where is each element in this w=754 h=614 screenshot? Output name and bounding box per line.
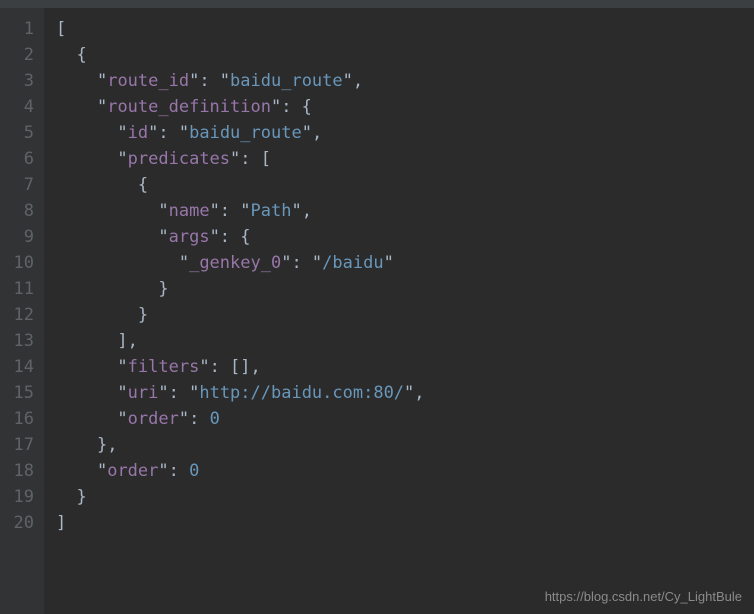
token-punct: " — [117, 123, 127, 143]
line-number: 12 — [6, 302, 34, 328]
token-punct: }, — [97, 435, 117, 455]
token-punct: ": — [179, 409, 210, 429]
token-punct: ] — [56, 513, 66, 533]
line-number: 8 — [6, 198, 34, 224]
token-num: 0 — [210, 409, 220, 429]
code-line[interactable]: "uri": "http://baidu.com:80/", — [56, 380, 754, 406]
line-number: 10 — [6, 250, 34, 276]
line-number: 4 — [6, 94, 34, 120]
line-number: 19 — [6, 484, 34, 510]
token-num: 0 — [189, 461, 199, 481]
token-punct: ": " — [158, 383, 199, 403]
code-area[interactable]: [ { "route_id": "baidu_route", "route_de… — [44, 8, 754, 614]
code-line[interactable]: { — [56, 42, 754, 68]
token-punct: ": " — [281, 253, 322, 273]
token-punct: " — [117, 409, 127, 429]
token-key: order — [107, 461, 158, 481]
code-line[interactable]: "order": 0 — [56, 458, 754, 484]
token-str-link: Path — [251, 201, 292, 221]
token-punct: } — [138, 305, 148, 325]
line-number: 6 — [6, 146, 34, 172]
token-punct: ": " — [148, 123, 189, 143]
token-key: id — [128, 123, 148, 143]
token-key: filters — [128, 357, 200, 377]
code-line[interactable]: "route_definition": { — [56, 94, 754, 120]
line-number: 7 — [6, 172, 34, 198]
token-punct: " — [158, 227, 168, 247]
code-line[interactable]: "predicates": [ — [56, 146, 754, 172]
token-punct: " — [117, 383, 127, 403]
code-line[interactable]: ], — [56, 328, 754, 354]
token-punct: " — [158, 201, 168, 221]
token-punct: " — [179, 253, 189, 273]
code-line[interactable]: "name": "Path", — [56, 198, 754, 224]
token-str-link: /baidu — [322, 253, 383, 273]
code-line[interactable]: "id": "baidu_route", — [56, 120, 754, 146]
gutter: 1234567891011121314151617181920 — [0, 8, 44, 614]
token-punct: ": — [158, 461, 189, 481]
line-number: 18 — [6, 458, 34, 484]
code-line[interactable]: } — [56, 302, 754, 328]
line-number: 5 — [6, 120, 34, 146]
token-str-link: http://baidu.com:80/ — [199, 383, 404, 403]
code-line[interactable]: ] — [56, 510, 754, 536]
token-punct: ": { — [210, 227, 251, 247]
token-punct: } — [158, 279, 168, 299]
code-line[interactable]: } — [56, 484, 754, 510]
line-number: 2 — [6, 42, 34, 68]
line-number: 3 — [6, 68, 34, 94]
token-punct: ": [ — [230, 149, 271, 169]
code-line[interactable]: }, — [56, 432, 754, 458]
line-number: 9 — [6, 224, 34, 250]
line-number: 14 — [6, 354, 34, 380]
token-punct: ], — [117, 331, 137, 351]
code-line[interactable]: "order": 0 — [56, 406, 754, 432]
token-key: route_definition — [107, 97, 271, 117]
code-line[interactable]: "args": { — [56, 224, 754, 250]
token-punct: " — [97, 461, 107, 481]
token-punct: " — [97, 71, 107, 91]
line-number: 1 — [6, 16, 34, 42]
code-line[interactable]: [ — [56, 16, 754, 42]
line-number: 20 — [6, 510, 34, 536]
token-str-link: baidu_route — [189, 123, 302, 143]
token-punct: { — [138, 175, 148, 195]
token-punct: ", — [302, 123, 322, 143]
token-punct: " — [117, 149, 127, 169]
code-line[interactable]: "filters": [], — [56, 354, 754, 380]
token-punct: ": { — [271, 97, 312, 117]
code-line[interactable]: } — [56, 276, 754, 302]
token-punct: ", — [343, 71, 363, 91]
token-key: name — [169, 201, 210, 221]
line-number: 17 — [6, 432, 34, 458]
token-punct: { — [76, 45, 86, 65]
editor-top-bar — [0, 0, 754, 8]
token-punct: ": " — [210, 201, 251, 221]
code-editor: 1234567891011121314151617181920 [ { "rou… — [0, 8, 754, 614]
token-key: order — [128, 409, 179, 429]
token-key: predicates — [128, 149, 230, 169]
watermark: https://blog.csdn.net/Cy_LightBule — [545, 589, 742, 604]
line-number: 11 — [6, 276, 34, 302]
token-str-link: baidu_route — [230, 71, 343, 91]
line-number: 15 — [6, 380, 34, 406]
token-punct: " — [97, 97, 107, 117]
code-line[interactable]: "route_id": "baidu_route", — [56, 68, 754, 94]
token-key: _genkey_0 — [189, 253, 281, 273]
code-line[interactable]: "_genkey_0": "/baidu" — [56, 250, 754, 276]
token-punct: ", — [291, 201, 311, 221]
token-punct: " — [117, 357, 127, 377]
token-key: uri — [128, 383, 159, 403]
line-number: 16 — [6, 406, 34, 432]
token-punct: " — [384, 253, 394, 273]
token-key: route_id — [107, 71, 189, 91]
code-line[interactable]: { — [56, 172, 754, 198]
token-punct: [ — [56, 19, 66, 39]
token-key: args — [169, 227, 210, 247]
token-punct: ": " — [189, 71, 230, 91]
token-punct: } — [76, 487, 86, 507]
token-punct: ": [], — [199, 357, 260, 377]
line-number: 13 — [6, 328, 34, 354]
token-punct: ", — [404, 383, 424, 403]
